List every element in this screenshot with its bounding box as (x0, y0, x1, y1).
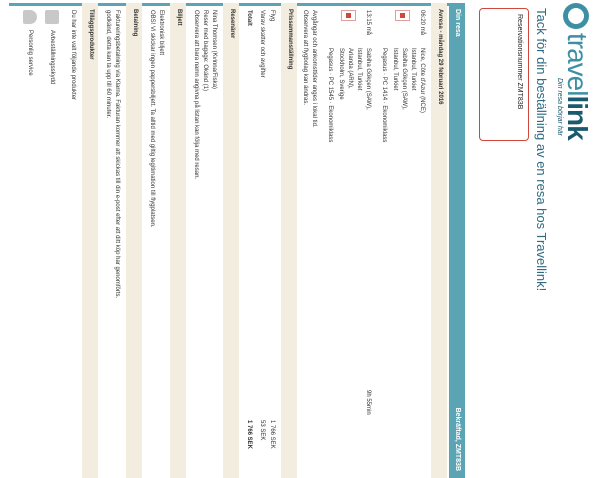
price-flight-value: 1 766 SEK (269, 420, 275, 449)
price-tax-value: 53 SEK (259, 420, 265, 441)
segment-2-airline: Pegasus · PC 1545 · Ekonomiklass (327, 48, 333, 143)
traveller-baggage: Reser med bagage: Okänd (1) (202, 10, 208, 92)
segment-2-from-city: Istanbul, Turkiet (356, 48, 362, 91)
trip-status: Bekräftad, ZMT83B (454, 407, 461, 471)
screenshot-viewport: travellink Din resa börjar här Tack för … (0, 0, 597, 478)
globe-icon (563, 3, 589, 29)
payment-method: Faktureringsbetalning via Klarna. Faktur… (114, 10, 120, 299)
confirmation-page: travellink Din resa börjar här Tack för … (0, 0, 597, 478)
addons-intro: Du har inte valt följande produkter (70, 10, 76, 101)
travellink-logo[interactable]: travellink Din resa börjar här (555, 3, 593, 143)
price-total-label: Totalt (246, 10, 252, 26)
logo-tagline: Din resa börjar här (556, 78, 563, 136)
price-tax-label: Varav skatter och avgifter (259, 10, 265, 78)
pegasus-logo-icon (341, 10, 356, 21)
ticket-type: Elektronisk biljett (158, 10, 164, 56)
reservation-number: Reservationsnummer ZMT83B (516, 14, 523, 110)
travellers-section-title: Resenärer (229, 9, 235, 39)
segment-1-to-city: Istanbul, Turkiet (392, 48, 398, 91)
logo-text: travellink (562, 33, 593, 140)
traveller-note: Observera att bara namn angivna på lista… (193, 10, 199, 180)
ticket-section-header: Biljett (170, 3, 186, 478)
segment-2-time: 13:15 må (365, 10, 371, 36)
addon-item-cancellation[interactable]: Avbeställningsskydd (49, 30, 55, 84)
ticket-note: OBS! Vi skickar ingen pappersbiljett. Ta… (149, 10, 155, 228)
addons-section-title: Tilläggsprodukter (88, 9, 94, 60)
time-note: Avgångar och ankomsttider anges i lokal … (311, 10, 317, 128)
trip-header: Din resa Bekräftad, ZMT83B (449, 3, 465, 478)
price-section-header: Prissammanställning (281, 3, 297, 478)
segment-2-from: Sabiha Gökçen (SAW), (365, 48, 371, 110)
payment-section-header: Betalning (126, 3, 142, 478)
ticket-section-title: Biljett (176, 9, 182, 26)
segment-1-from: Nice, Côte d'Azur (NCE) (419, 48, 425, 113)
addon-item-service[interactable]: Personlig service (27, 30, 33, 76)
trip-header-title: Din resa (454, 9, 461, 37)
segment-1-from-city: Istanbul, Turkiet (410, 48, 416, 91)
trip-duration: 9h 55min (365, 390, 371, 415)
segment-2-to: Arlanda (ARN), (347, 48, 353, 89)
payment-approval: godkänd, detta kan ta upp till 60 minute… (105, 10, 111, 119)
departure-date-row: Avresa - måndag 29 februari 2016 (431, 3, 447, 478)
segment-1-time: 06:20 må (419, 10, 425, 36)
price-flight-label: Flyg (269, 10, 275, 22)
pegasus-logo-icon (395, 10, 410, 21)
payment-section-title: Betalning (132, 9, 138, 37)
reservation-box: Reservationsnummer ZMT83B (479, 8, 529, 141)
price-section-title: Prissammanställning (287, 9, 293, 70)
segment-1-airline: Pegasus · PC 1414 · Ekonomiklass (381, 48, 387, 143)
travellers-section-header: Resenärer (223, 3, 239, 478)
cancellation-insurance-icon (45, 10, 59, 24)
traveller-name: Nina Thomsen (Kvinna/Fiska) (211, 10, 217, 89)
price-total-value: 1 766 SEK (246, 420, 252, 450)
segment-2-to-city: Stockholm, Sverige (338, 48, 344, 100)
segment-1-to: Sabiha Gökçen (SAW), (401, 48, 407, 110)
addons-section-header: Tilläggsprodukter (82, 3, 98, 478)
airline-note: Observera att flygbolag kan ändras. (302, 10, 308, 106)
departure-date: Avresa - måndag 29 februari 2016 (437, 9, 443, 105)
page-title: Tack för din beställning av en resa hos … (534, 8, 549, 292)
personal-service-icon (23, 10, 37, 24)
